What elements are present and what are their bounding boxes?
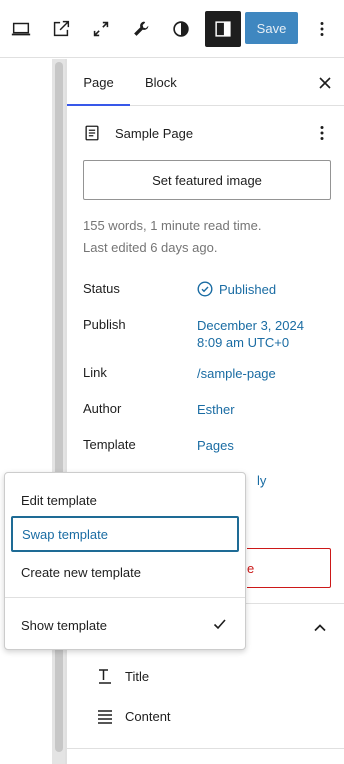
fullscreen-icon[interactable] xyxy=(83,11,119,47)
save-button[interactable]: Save xyxy=(245,12,298,44)
document-options-icon[interactable] xyxy=(312,123,332,143)
last-edited: Last edited 6 days ago. xyxy=(83,240,218,255)
paragraph-lines-icon xyxy=(98,710,112,724)
outline-item-label: Title xyxy=(125,668,150,684)
author-value[interactable]: Esther xyxy=(197,401,235,418)
document-header: Sample Page xyxy=(83,122,331,144)
template-dropdown-menu: Edit template Swap template Create new t… xyxy=(4,472,246,650)
set-featured-image-button[interactable]: Set featured image xyxy=(83,160,331,200)
menu-divider xyxy=(5,597,245,598)
link-value[interactable]: /sample-page xyxy=(197,365,276,382)
link-label: Link xyxy=(83,365,107,380)
show-template-label: Show template xyxy=(21,617,107,633)
chevron-up-icon[interactable] xyxy=(310,618,330,638)
status-label: Status xyxy=(83,281,120,296)
canvas-scrollbar[interactable] xyxy=(52,59,66,764)
menu-item-swap-template[interactable]: Swap template xyxy=(11,516,239,552)
publish-date-line2: 8:09 am UTC+0 xyxy=(197,335,290,350)
more-vertical-icon[interactable] xyxy=(304,11,340,47)
template-label: Template xyxy=(83,437,136,452)
page-icon xyxy=(85,125,99,141)
editor-canvas[interactable] xyxy=(0,59,52,764)
publish-label: Publish xyxy=(83,317,126,332)
sidebar-tabs: Page Block xyxy=(67,59,344,106)
author-label: Author xyxy=(83,401,122,416)
section-divider xyxy=(67,748,344,749)
wrench-icon[interactable] xyxy=(123,11,159,47)
tab-block[interactable]: Block xyxy=(145,59,177,106)
obscured-link-fragment[interactable]: ly xyxy=(257,473,266,488)
check-icon xyxy=(213,619,226,630)
template-value[interactable]: Pages xyxy=(197,437,234,454)
document-title: Sample Page xyxy=(115,125,194,141)
menu-item-edit-template[interactable]: Edit template xyxy=(11,482,239,518)
trash-button[interactable]: e xyxy=(247,548,331,588)
outline-item-title[interactable]: Title xyxy=(95,665,149,687)
sidebar-toggle-icon[interactable] xyxy=(205,11,241,47)
menu-item-show-template[interactable]: Show template xyxy=(11,607,239,643)
settings-sidebar: Page Block Sample Page Set featured imag… xyxy=(66,59,344,764)
trash-button-fragment: e xyxy=(247,561,255,576)
published-check-icon xyxy=(197,281,213,297)
publish-date[interactable]: December 3, 2024 8:09 am UTC+0 xyxy=(197,317,304,351)
top-toolbar: Save xyxy=(0,0,344,58)
publish-date-line1: December 3, 2024 xyxy=(197,318,304,333)
status-value[interactable]: Published xyxy=(197,281,276,298)
outline-item-content[interactable]: Content xyxy=(95,705,171,727)
close-icon[interactable] xyxy=(315,73,335,93)
word-count: 155 words, 1 minute read time. xyxy=(83,218,262,233)
contrast-icon[interactable] xyxy=(163,11,199,47)
menu-item-create-new-template[interactable]: Create new template xyxy=(11,554,239,590)
tab-page[interactable]: Page xyxy=(67,59,130,106)
external-link-icon[interactable] xyxy=(43,11,79,47)
heading-icon xyxy=(99,669,111,684)
status-text: Published xyxy=(219,282,277,297)
desktop-preview-icon[interactable] xyxy=(3,11,39,47)
outline-item-label: Content xyxy=(125,708,171,724)
